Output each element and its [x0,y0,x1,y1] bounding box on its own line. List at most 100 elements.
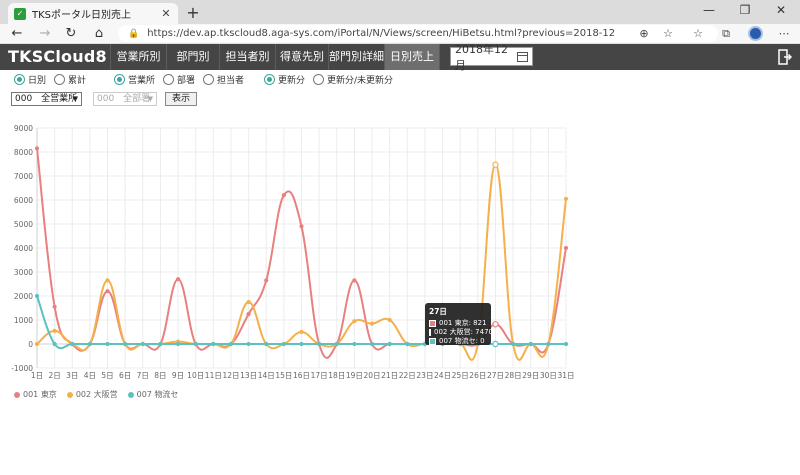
legend-label: 001 東京 [23,390,57,399]
tks-favicon-icon: ✓ [14,7,26,20]
radio-updated-unupdated[interactable] [313,73,325,85]
series-point [246,299,251,305]
x-tick-label: 23日 [416,371,433,380]
chevron-down-icon: ▼ [72,95,78,103]
legend-label: 002 大阪営 [75,390,118,399]
month-picker[interactable]: 2018年12月 [450,43,533,72]
series-point [228,341,234,347]
nav-office[interactable]: 営業所別 [110,44,166,70]
calendar-icon[interactable] [517,51,528,62]
profile-avatar[interactable] [748,26,763,41]
zoom-icon[interactable]: ⊕ [636,26,652,42]
tooltip-swatch [429,329,431,336]
radio-office-label: 営業所 [128,75,156,86]
y-tick-label: 5000 [14,220,33,229]
daily-sales-chart: 9000800070006000500040003000200010000-10… [11,124,574,380]
series-point [352,278,357,283]
refresh-icon[interactable]: ↻ [62,25,80,43]
radio-office[interactable] [114,73,125,85]
favorites-icon[interactable]: ☆ [690,26,706,42]
series-point [246,341,251,347]
dept-select[interactable]: 000 全部署 ▼ [93,92,157,106]
nav-daily-sales[interactable]: 日別売上 [384,44,440,70]
radio-cumulative[interactable] [54,73,66,85]
legend-item-logistics[interactable]: 007 物流セ [127,389,179,400]
logout-icon[interactable] [778,49,792,65]
x-tick-label: 22日 [399,371,416,380]
radio-dept-label: 部署 [177,75,196,86]
series-point [387,341,392,347]
series-point [87,341,92,347]
forward-icon[interactable]: → [36,25,54,43]
series-point [246,311,251,317]
home-icon[interactable]: ⌂ [90,25,108,43]
y-tick-label: 3000 [14,268,33,277]
nav-customer[interactable]: 得意先別 [275,44,328,70]
url-text: https://dev.ap.tkscloud8.aga-sys.com/iPo… [147,28,616,39]
nav-department[interactable]: 部門別 [166,44,219,70]
series-point [299,329,304,335]
legend-item-osaka[interactable]: 002 大阪営 [66,389,118,400]
nav-staff[interactable]: 担当者別 [219,44,275,70]
series-point [352,319,357,324]
minimize-icon[interactable]: — [700,3,718,17]
x-tick-label: 6日 [119,371,131,380]
favorite-star-icon[interactable]: ☆ [660,26,676,42]
x-tick-label: 30日 [540,371,557,380]
period-radio-group: 日別 累計 [14,72,94,86]
x-tick-label: 5日 [101,371,113,380]
series-point [334,341,339,347]
radio-cumulative-label: 累計 [68,75,87,86]
y-tick-label: 4000 [14,244,33,253]
lock-icon: 🔒 [128,28,140,39]
radio-daily[interactable] [14,73,25,85]
show-button[interactable]: 表示 [165,92,197,106]
month-value: 2018年12月 [455,42,508,72]
series-point [193,341,198,347]
chart-tooltip: 27日 001 東京: 821 002 大阪営: 7470 007 物流セ: 0 [425,303,493,345]
x-tick-label: 18日 [328,371,345,380]
collections-icon[interactable]: ⧉ [718,26,734,42]
address-bar[interactable]: 🔒 https://dev.ap.tkscloud8.aga-sys.com/i… [118,25,718,42]
series-point [492,321,499,328]
window-close-icon[interactable]: ✕ [772,3,790,17]
tooltip-row: 002 大阪営: 7470 [429,328,493,337]
new-tab-icon[interactable]: + [184,3,202,22]
x-tick-label: 4日 [84,371,96,380]
back-icon[interactable]: ← [8,25,26,43]
tooltip-swatch [429,338,436,345]
radio-staff[interactable] [203,73,215,85]
legend-item-tokyo[interactable]: 001 東京 [14,389,57,400]
y-tick-label: 7000 [14,172,33,181]
more-menu-icon[interactable]: ⋯ [776,26,792,42]
restore-icon[interactable]: ❐ [736,3,754,17]
office-select[interactable]: 000 全営業所 ▼ [11,92,82,106]
x-tick-label: 9日 [172,371,184,380]
x-tick-label: 2日 [48,371,60,380]
radio-updated[interactable] [264,73,275,85]
x-tick-label: 25日 [452,371,469,380]
radio-staff-label: 担当者 [217,75,245,86]
series-point [387,317,392,323]
browser-tab[interactable]: ✓ TKSポータル日別売上 ✕ [8,3,178,24]
y-tick-label: 2000 [14,292,33,301]
nav-department-detail[interactable]: 部門別詳細 [328,44,384,70]
unit-radio-group: 営業所 部署 担当者 [114,72,252,86]
legend-swatch [127,391,134,398]
x-tick-label: 13日 [240,371,257,380]
radio-dept[interactable] [163,73,175,85]
tooltip-row: 001 東京: 821 [429,319,487,328]
series-point [264,278,269,283]
x-tick-label: 19日 [346,371,363,380]
legend-label: 007 物流セ [136,390,179,399]
series-point [175,341,181,347]
tab-title: TKSポータル日別売上 [32,10,132,21]
app-navbar: TKSCloud8 営業所別 部門別 担当者別 得意先別 部門別詳細 日別売上 … [0,43,800,72]
series-point [175,277,181,282]
x-tick-label: 26日 [469,371,486,380]
x-tick-label: 7日 [137,371,149,380]
tab-close-icon[interactable]: ✕ [160,7,172,20]
x-tick-label: 16日 [293,371,310,380]
y-tick-label: 8000 [14,148,33,157]
series-point [369,321,375,326]
